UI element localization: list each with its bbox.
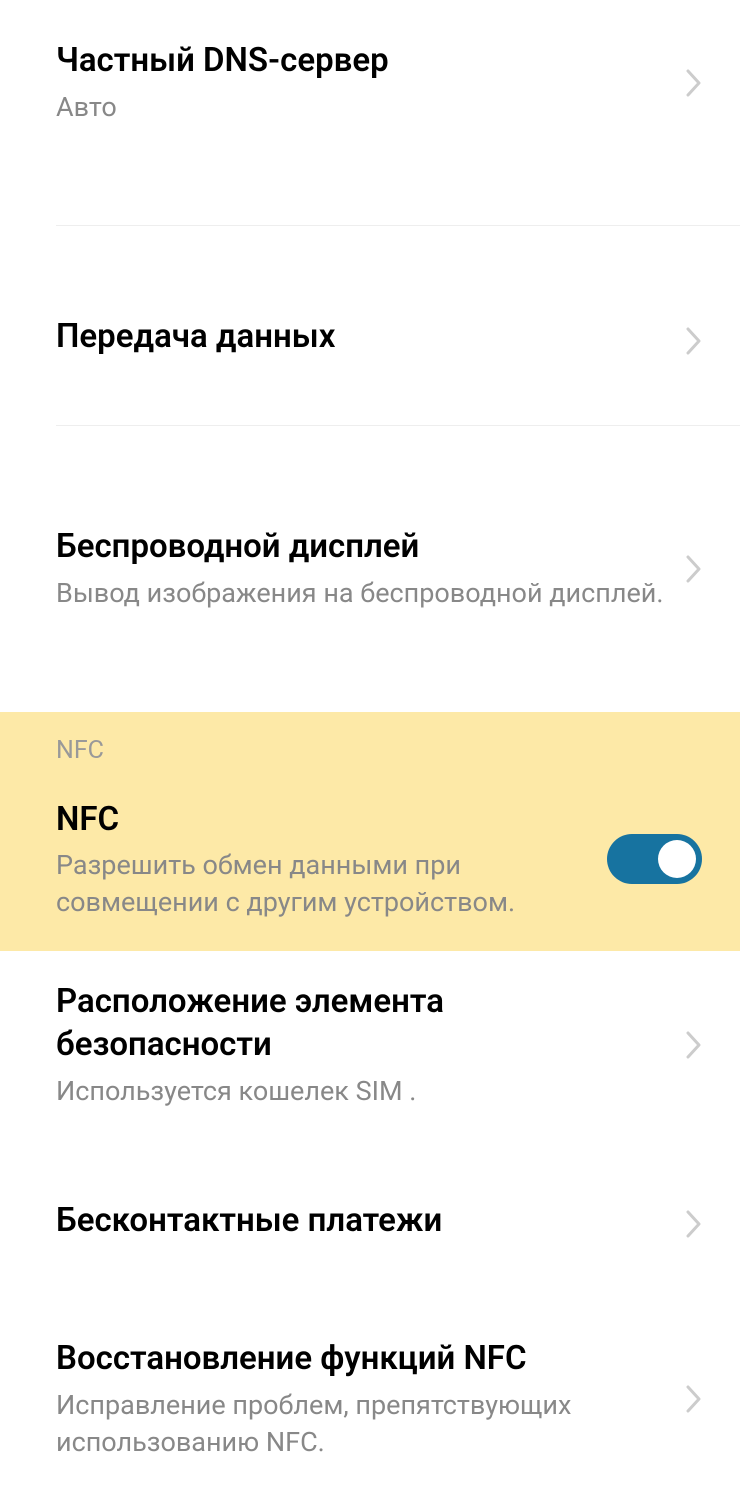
- nfc-toggle[interactable]: [607, 834, 702, 884]
- spacer: [0, 426, 740, 486]
- chevron-right-icon: [686, 1385, 702, 1413]
- spacer: [0, 1278, 740, 1308]
- item-subtitle: Разрешить обмен данными при совмещении с…: [56, 847, 587, 920]
- spacer: [0, 226, 740, 286]
- item-subtitle: Авто: [56, 89, 666, 125]
- chevron-right-icon: [686, 1210, 702, 1238]
- chevron-right-icon: [686, 555, 702, 583]
- item-subtitle: Вывод изображения на беспроводной диспле…: [56, 575, 666, 611]
- item-content: Восстановление функций NFC Исправление п…: [56, 1338, 686, 1460]
- chevron-right-icon: [686, 327, 702, 355]
- item-title: Расположение элемента безопасности: [56, 981, 666, 1067]
- settings-item-security-element[interactable]: Расположение элемента безопасности Испол…: [0, 951, 740, 1139]
- settings-item-nfc-restore[interactable]: Восстановление функций NFC Исправление п…: [0, 1308, 740, 1490]
- section-header-label: NFC: [56, 736, 710, 765]
- settings-item-contactless-payments[interactable]: Бесконтактные платежи: [0, 1170, 740, 1279]
- spacer: [0, 165, 740, 225]
- item-content: Передача данных: [56, 316, 686, 365]
- settings-item-data-transfer[interactable]: Передача данных: [0, 286, 740, 395]
- item-title: Восстановление функций NFC: [56, 1338, 666, 1381]
- spacer: [0, 395, 740, 425]
- settings-item-nfc[interactable]: NFC Разрешить обмен данными при совмещен…: [0, 769, 740, 951]
- settings-item-wireless-display[interactable]: Беспроводной дисплей Вывод изображения н…: [0, 486, 740, 651]
- item-content: Бесконтактные платежи: [56, 1200, 686, 1249]
- item-content: Частный DNS-сервер Авто: [56, 40, 686, 125]
- item-title: Беспроводной дисплей: [56, 526, 666, 569]
- spacer: [0, 652, 740, 712]
- item-title: Бесконтактные платежи: [56, 1200, 666, 1243]
- spacer: [0, 1140, 740, 1170]
- item-title: Передача данных: [56, 316, 666, 359]
- item-content: Расположение элемента безопасности Испол…: [56, 981, 686, 1109]
- item-title: Частный DNS-сервер: [56, 40, 666, 83]
- chevron-right-icon: [686, 1031, 702, 1059]
- item-subtitle: Используется кошелек SIM .: [56, 1073, 666, 1109]
- item-content: Беспроводной дисплей Вывод изображения н…: [56, 526, 686, 611]
- settings-item-private-dns[interactable]: Частный DNS-сервер Авто: [0, 0, 740, 165]
- section-header-nfc: NFC: [0, 712, 740, 769]
- item-subtitle: Исправление проблем, препятствующих испо…: [56, 1387, 666, 1460]
- item-title: NFC: [56, 799, 587, 842]
- chevron-right-icon: [686, 69, 702, 97]
- toggle-knob: [658, 840, 696, 878]
- item-content: NFC Разрешить обмен данными при совмещен…: [56, 799, 607, 921]
